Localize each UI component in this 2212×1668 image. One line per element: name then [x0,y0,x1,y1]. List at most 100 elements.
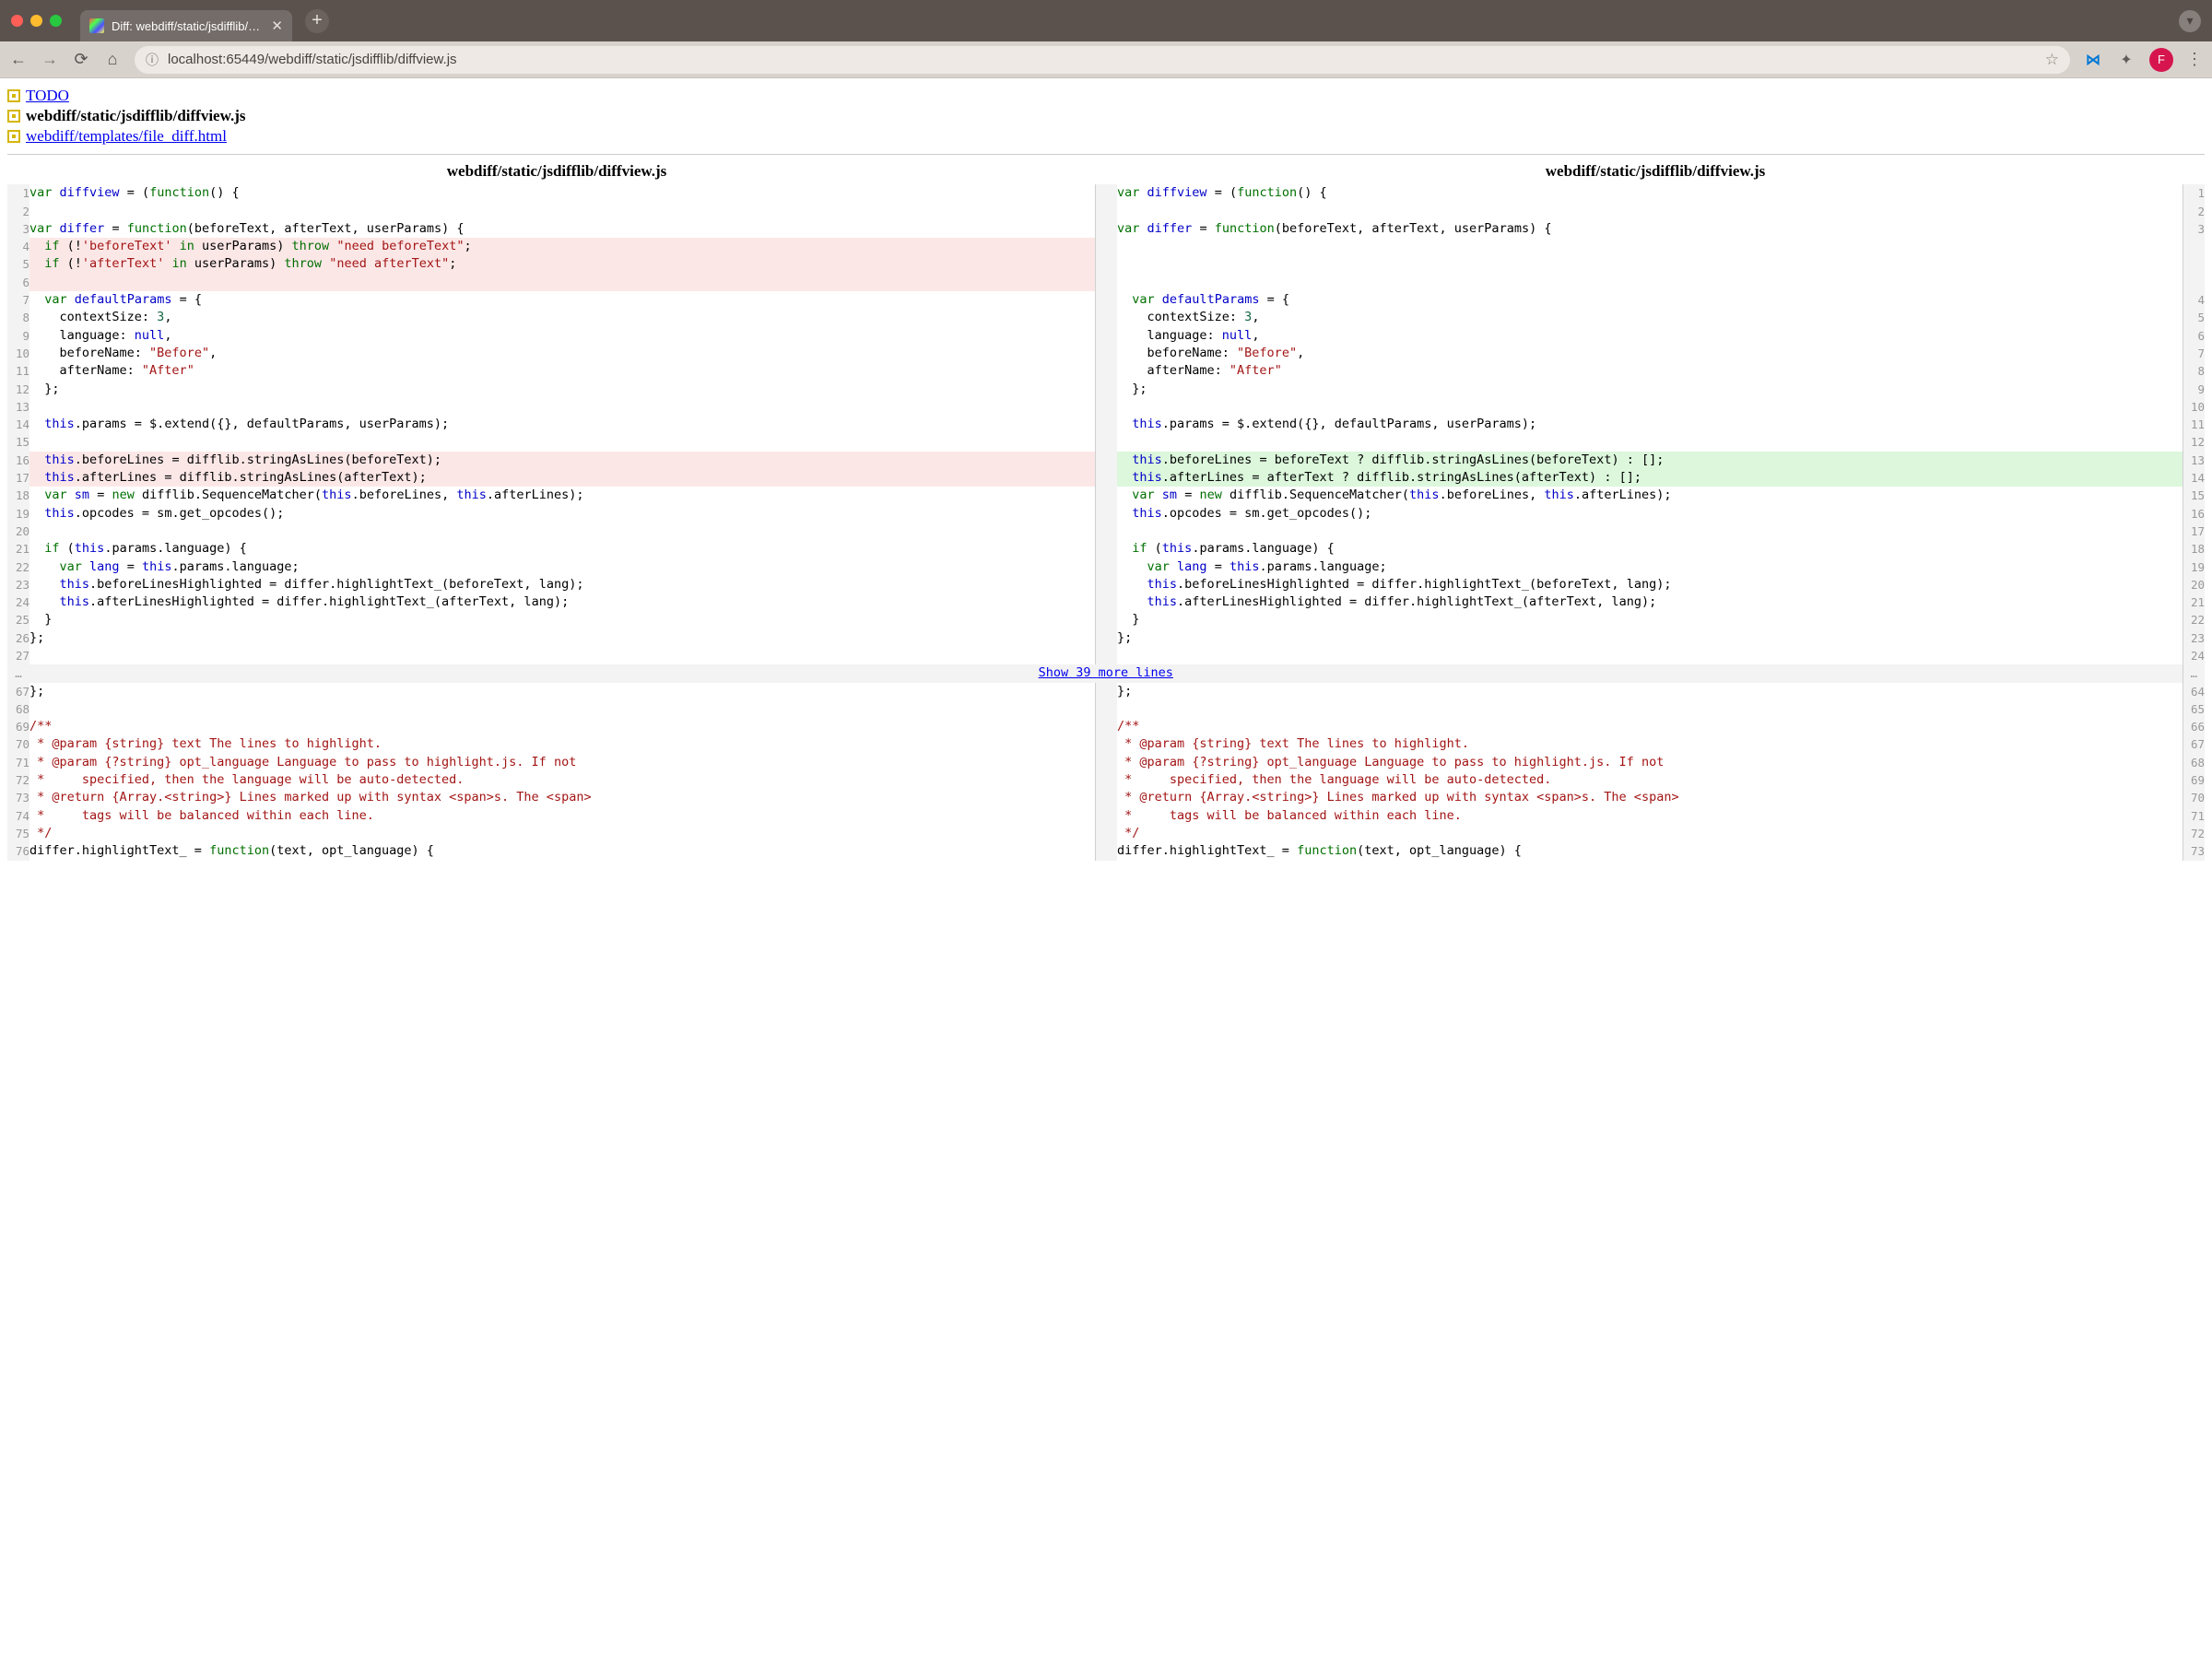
code-right[interactable]: var sm = new difflib.SequenceMatcher(thi… [1117,487,2183,504]
code-left[interactable]: var diffview = (function() { [29,184,1095,202]
code-left[interactable]: if (this.params.language) { [29,540,1095,558]
code-right[interactable]: * @return {Array.<string>} Lines marked … [1117,789,2183,806]
bookmark-star-icon[interactable]: ☆ [2045,51,2059,69]
code-right[interactable] [1117,523,2183,540]
vscode-extension-icon[interactable]: ⋈ [2083,50,2103,70]
code-right[interactable]: }; [1117,629,2183,647]
code-right[interactable] [1117,238,2183,255]
diff-row: 6 [7,274,2205,291]
code-left[interactable] [29,274,1095,291]
code-left[interactable]: this.params = $.extend({}, defaultParams… [29,416,1095,433]
search-tabs-button[interactable]: ▾ [2179,10,2201,32]
code-left[interactable]: this.beforeLinesHighlighted = differ.hig… [29,576,1095,593]
code-left[interactable]: }; [29,683,1095,700]
diff-row: 17 this.afterLines = difflib.stringAsLin… [7,469,2205,487]
code-left[interactable]: if (!'afterText' in userParams) throw "n… [29,255,1095,273]
gutter-spacer [1095,771,1117,789]
code-right[interactable]: /** [1117,718,2183,735]
code-left[interactable]: * @param {?string} opt_language Language… [29,754,1095,771]
browser-tab[interactable]: Diff: webdiff/static/jsdifflib/diff… ✕ [80,10,292,41]
home-button[interactable]: ⌂ [103,50,122,69]
code-left[interactable]: * specified, then the language will be a… [29,771,1095,789]
code-right[interactable]: var lang = this.params.language; [1117,558,2183,576]
code-right[interactable] [1117,647,2183,664]
code-left[interactable] [29,647,1095,664]
code-left[interactable]: this.beforeLines = difflib.stringAsLines… [29,452,1095,469]
code-right[interactable]: this.beforeLines = beforeText ? difflib.… [1117,452,2183,469]
code-right[interactable]: }; [1117,381,2183,398]
code-right[interactable]: * specified, then the language will be a… [1117,771,2183,789]
code-left[interactable] [29,398,1095,416]
code-left[interactable]: differ.highlightText_ = function(text, o… [29,842,1095,860]
code-left[interactable] [29,203,1095,220]
site-info-icon[interactable]: ⓘ [146,51,159,69]
show-more-link[interactable]: Show 39 more lines [1039,665,1173,680]
code-left[interactable]: language: null, [29,327,1095,345]
minimize-window-button[interactable] [30,15,42,27]
line-number-right: 14 [2183,469,2205,487]
close-window-button[interactable] [11,15,23,27]
code-right[interactable]: this.afterLinesHighlighted = differ.high… [1117,593,2183,611]
code-left[interactable]: * @return {Array.<string>} Lines marked … [29,789,1095,806]
code-left[interactable]: this.afterLines = difflib.stringAsLines(… [29,469,1095,487]
code-left[interactable]: this.opcodes = sm.get_opcodes(); [29,505,1095,523]
code-right[interactable]: this.afterLines = afterText ? difflib.st… [1117,469,2183,487]
code-right[interactable]: * @param {string} text The lines to high… [1117,735,2183,753]
new-tab-button[interactable]: + [305,9,329,33]
code-right[interactable] [1117,433,2183,451]
code-right[interactable]: }; [1117,683,2183,700]
code-right[interactable]: */ [1117,825,2183,842]
code-right[interactable] [1117,700,2183,718]
code-left[interactable]: * tags will be balanced within each line… [29,807,1095,825]
code-left[interactable]: var defaultParams = { [29,291,1095,309]
close-tab-button[interactable]: ✕ [271,18,283,34]
reload-button[interactable]: ⟳ [72,50,90,69]
browser-menu-button[interactable]: ⋮ [2186,50,2203,69]
code-left[interactable]: }; [29,629,1095,647]
file-link-template[interactable]: webdiff/templates/file_diff.html [26,126,227,147]
code-right[interactable] [1117,274,2183,291]
code-right[interactable] [1117,255,2183,273]
file-link-todo[interactable]: TODO [26,86,69,106]
code-left[interactable]: contextSize: 3, [29,309,1095,326]
code-left[interactable]: beforeName: "Before", [29,345,1095,362]
code-left[interactable]: afterName: "After" [29,362,1095,380]
maximize-window-button[interactable] [50,15,62,27]
code-right[interactable]: this.beforeLinesHighlighted = differ.hig… [1117,576,2183,593]
code-right[interactable]: } [1117,611,2183,628]
code-right[interactable]: var differ = function(beforeText, afterT… [1117,220,2183,238]
code-left[interactable]: */ [29,825,1095,842]
code-right[interactable]: this.opcodes = sm.get_opcodes(); [1117,505,2183,523]
address-bar[interactable]: ⓘ localhost:65449/webdiff/static/jsdiffl… [135,46,2070,74]
extensions-puzzle-icon[interactable]: ✦ [2116,50,2136,70]
file-current: webdiff/static/jsdifflib/diffview.js [26,106,245,126]
code-left[interactable]: var sm = new difflib.SequenceMatcher(thi… [29,487,1095,504]
code-right[interactable] [1117,398,2183,416]
code-left[interactable] [29,523,1095,540]
profile-avatar[interactable]: F [2149,48,2173,72]
code-left[interactable]: if (!'beforeText' in userParams) throw "… [29,238,1095,255]
forward-button[interactable]: → [41,50,59,69]
code-right[interactable]: * @param {?string} opt_language Language… [1117,754,2183,771]
code-right[interactable]: language: null, [1117,327,2183,345]
code-right[interactable]: beforeName: "Before", [1117,345,2183,362]
code-left[interactable]: }; [29,381,1095,398]
code-left[interactable]: } [29,611,1095,628]
code-right[interactable]: * tags will be balanced within each line… [1117,807,2183,825]
code-left[interactable]: this.afterLinesHighlighted = differ.high… [29,593,1095,611]
code-right[interactable]: differ.highlightText_ = function(text, o… [1117,842,2183,860]
code-right[interactable]: contextSize: 3, [1117,309,2183,326]
back-button[interactable]: ← [9,50,28,69]
code-right[interactable]: var defaultParams = { [1117,291,2183,309]
code-right[interactable]: this.params = $.extend({}, defaultParams… [1117,416,2183,433]
code-left[interactable]: * @param {string} text The lines to high… [29,735,1095,753]
code-left[interactable]: var lang = this.params.language; [29,558,1095,576]
code-left[interactable] [29,433,1095,451]
code-right[interactable]: var diffview = (function() { [1117,184,2183,202]
code-right[interactable] [1117,203,2183,220]
code-right[interactable]: if (this.params.language) { [1117,540,2183,558]
code-right[interactable]: afterName: "After" [1117,362,2183,380]
code-left[interactable]: var differ = function(beforeText, afterT… [29,220,1095,238]
code-left[interactable]: /** [29,718,1095,735]
code-left[interactable] [29,700,1095,718]
